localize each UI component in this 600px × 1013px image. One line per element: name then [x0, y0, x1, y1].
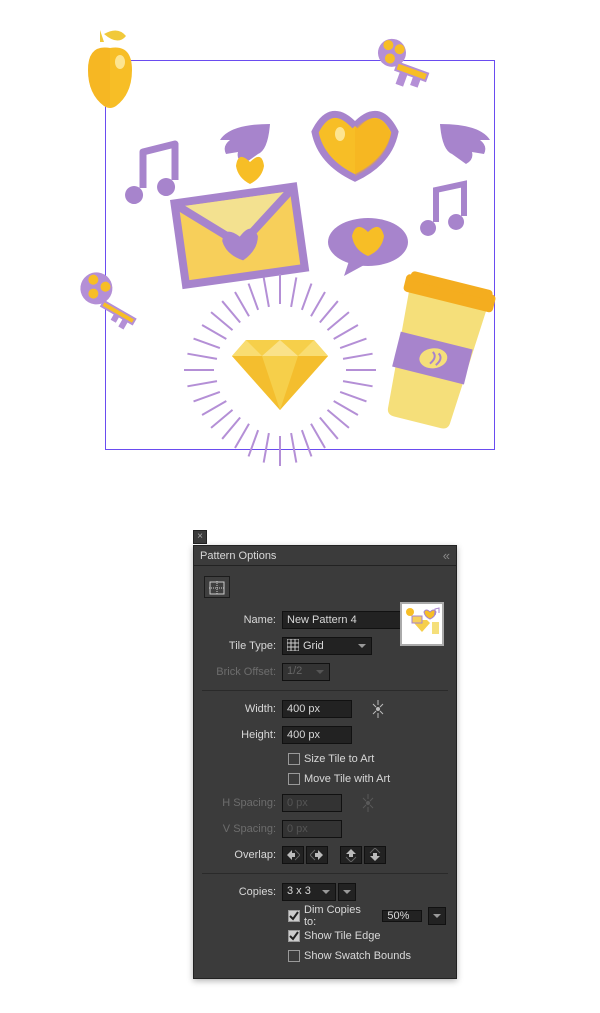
h-spacing-label: H Spacing:	[204, 797, 282, 809]
tile-type-label: Tile Type:	[204, 640, 282, 652]
dim-copies-label: Dim Copies to:	[304, 904, 374, 928]
copies-select[interactable]: 3 x 3	[282, 883, 336, 901]
grid-icon	[287, 639, 299, 654]
overlap-left-button[interactable]	[282, 846, 304, 864]
dim-copies-dropdown[interactable]	[428, 907, 446, 925]
overlap-bottom-button[interactable]	[364, 846, 386, 864]
move-tile-checkbox[interactable]	[288, 773, 300, 785]
overlap-right-button[interactable]	[306, 846, 328, 864]
brick-offset-select: 1/2	[282, 663, 330, 681]
v-spacing-label: V Spacing:	[204, 823, 282, 835]
link-dimensions-icon[interactable]	[368, 698, 388, 720]
pattern-tile-tool-button[interactable]	[204, 576, 230, 598]
name-label: Name:	[204, 614, 282, 626]
width-input[interactable]	[282, 700, 352, 718]
width-label: Width:	[204, 703, 282, 715]
panel-expand-icon[interactable]: «	[443, 546, 450, 565]
h-spacing-input: 0 px	[282, 794, 342, 812]
height-label: Height:	[204, 729, 282, 741]
panel-title: Pattern Options	[200, 546, 276, 565]
size-tile-label: Size Tile to Art	[304, 753, 374, 765]
show-tile-edge-checkbox[interactable]	[288, 930, 300, 942]
tile-type-select[interactable]: Grid	[282, 637, 372, 655]
show-tile-edge-label: Show Tile Edge	[304, 930, 380, 942]
dim-copies-checkbox[interactable]	[288, 910, 300, 922]
move-tile-label: Move Tile with Art	[304, 773, 390, 785]
copies-dropdown-arrow[interactable]	[338, 883, 356, 901]
v-spacing-input: 0 px	[282, 820, 342, 838]
panel-header[interactable]: Pattern Options «	[194, 546, 456, 566]
canvas: × Pattern Options « Name: Tile Type: Gri…	[0, 0, 600, 1013]
show-swatch-bounds-label: Show Swatch Bounds	[304, 950, 411, 962]
panel-close-button[interactable]: ×	[193, 530, 207, 544]
pattern-options-panel: Pattern Options « Name: Tile Type: Grid	[193, 545, 457, 979]
brick-offset-label: Brick Offset:	[204, 666, 282, 678]
pattern-artwork[interactable]	[40, 10, 560, 490]
show-swatch-bounds-checkbox[interactable]	[288, 950, 300, 962]
overlap-label: Overlap:	[204, 849, 282, 861]
pattern-swatch-preview[interactable]	[400, 602, 444, 646]
size-tile-checkbox[interactable]	[288, 753, 300, 765]
link-spacing-icon	[358, 792, 378, 814]
overlap-top-button[interactable]	[340, 846, 362, 864]
height-input[interactable]	[282, 726, 352, 744]
tile-type-value: Grid	[303, 640, 324, 652]
copies-label: Copies:	[204, 886, 282, 898]
dim-copies-input[interactable]	[382, 910, 422, 922]
